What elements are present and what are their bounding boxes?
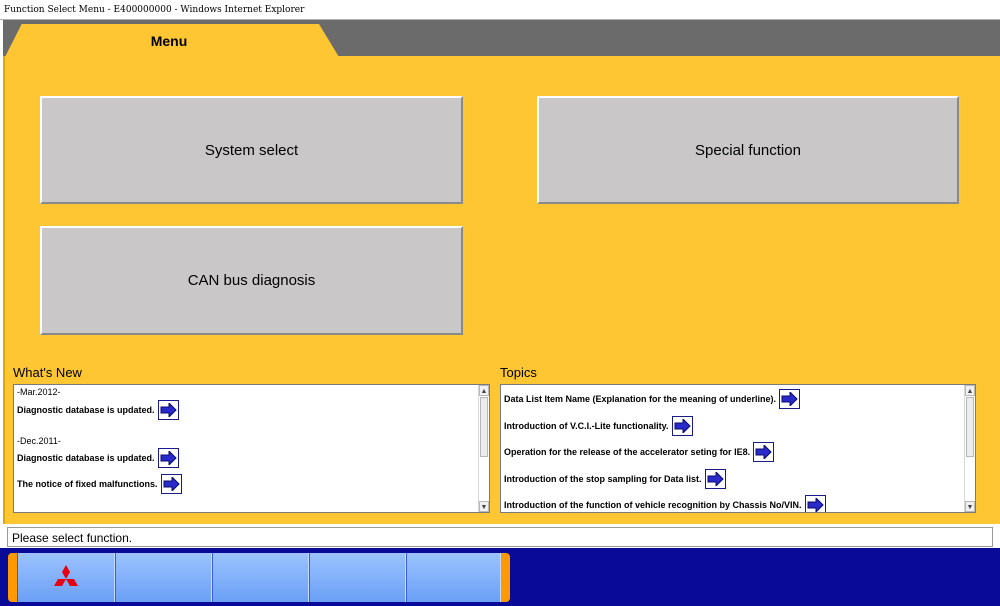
list-item: Introduction of the stop sampling for Da… bbox=[504, 469, 726, 489]
whats-new-heading: What's New bbox=[13, 365, 82, 380]
list-item: Introduction of the function of vehicle … bbox=[504, 495, 826, 512]
news-date: -Dec.2011- bbox=[17, 436, 61, 446]
taskbar-slot-3[interactable] bbox=[212, 553, 309, 602]
right-arrow-icon[interactable] bbox=[160, 474, 182, 494]
scroll-up-icon[interactable]: ▲ bbox=[965, 385, 975, 396]
taskbar-slot-4[interactable] bbox=[309, 553, 406, 602]
taskbar-slot-2[interactable] bbox=[115, 553, 212, 602]
scroll-down-icon[interactable]: ▼ bbox=[479, 501, 489, 512]
topic-text: Data List Item Name (Explanation for the… bbox=[504, 394, 777, 404]
right-arrow-icon[interactable] bbox=[779, 389, 801, 409]
news-text: Diagnostic database is updated. bbox=[17, 453, 155, 463]
topics-heading: Topics bbox=[500, 365, 537, 380]
topic-text: Introduction of the stop sampling for Da… bbox=[504, 474, 702, 484]
list-item: -Dec.2011- bbox=[17, 436, 61, 446]
news-text: Diagnostic database is updated. bbox=[17, 405, 155, 415]
right-arrow-icon[interactable] bbox=[157, 400, 179, 420]
topics-scrollbar[interactable]: ▲ ▼ bbox=[964, 385, 975, 512]
scroll-thumb[interactable] bbox=[966, 397, 974, 457]
whats-new-scrollbar[interactable]: ▲ ▼ bbox=[478, 385, 489, 512]
window-title: Function Select Menu - E400000000 - Wind… bbox=[0, 0, 1000, 20]
can-bus-diagnosis-button[interactable]: CAN bus diagnosis bbox=[40, 226, 463, 335]
scroll-thumb[interactable] bbox=[480, 397, 488, 457]
topic-text: Introduction of the function of vehicle … bbox=[504, 500, 802, 510]
topic-text: Operation for the release of the acceler… bbox=[504, 447, 751, 457]
scroll-up-icon[interactable]: ▲ bbox=[479, 385, 489, 396]
topic-text: Introduction of V.C.I.-Lite functionalit… bbox=[504, 421, 669, 431]
news-text: The notice of fixed malfunctions. bbox=[17, 479, 158, 489]
topics-list[interactable]: Data List Item Name (Explanation for the… bbox=[500, 384, 976, 513]
news-date: -Mar.2012- bbox=[17, 387, 61, 397]
list-item: Diagnostic database is updated. bbox=[17, 400, 179, 420]
list-item: -Mar.2012- bbox=[17, 387, 61, 397]
special-function-button[interactable]: Special function bbox=[537, 96, 959, 204]
list-item: Introduction of V.C.I.-Lite functionalit… bbox=[504, 416, 693, 436]
scroll-down-icon[interactable]: ▼ bbox=[965, 501, 975, 512]
status-message: Please select function. bbox=[7, 527, 993, 547]
right-arrow-icon[interactable] bbox=[157, 448, 179, 468]
right-arrow-icon[interactable] bbox=[704, 469, 726, 489]
list-item: The notice of fixed malfunctions. bbox=[17, 474, 182, 494]
right-arrow-icon[interactable] bbox=[804, 495, 826, 512]
whats-new-list[interactable]: -Mar.2012- Diagnostic database is update… bbox=[13, 384, 490, 513]
right-arrow-icon[interactable] bbox=[671, 416, 693, 436]
tab-menu-label: Menu bbox=[150, 33, 188, 49]
system-select-button[interactable]: System select bbox=[40, 96, 463, 204]
list-item: Data List Item Name (Explanation for the… bbox=[504, 389, 801, 409]
taskbar-slot-5[interactable] bbox=[406, 553, 501, 602]
list-item: Operation for the release of the acceler… bbox=[504, 442, 775, 462]
three-diamonds-logo-icon bbox=[54, 565, 78, 586]
right-arrow-icon[interactable] bbox=[753, 442, 775, 462]
list-item: Diagnostic database is updated. bbox=[17, 448, 179, 468]
